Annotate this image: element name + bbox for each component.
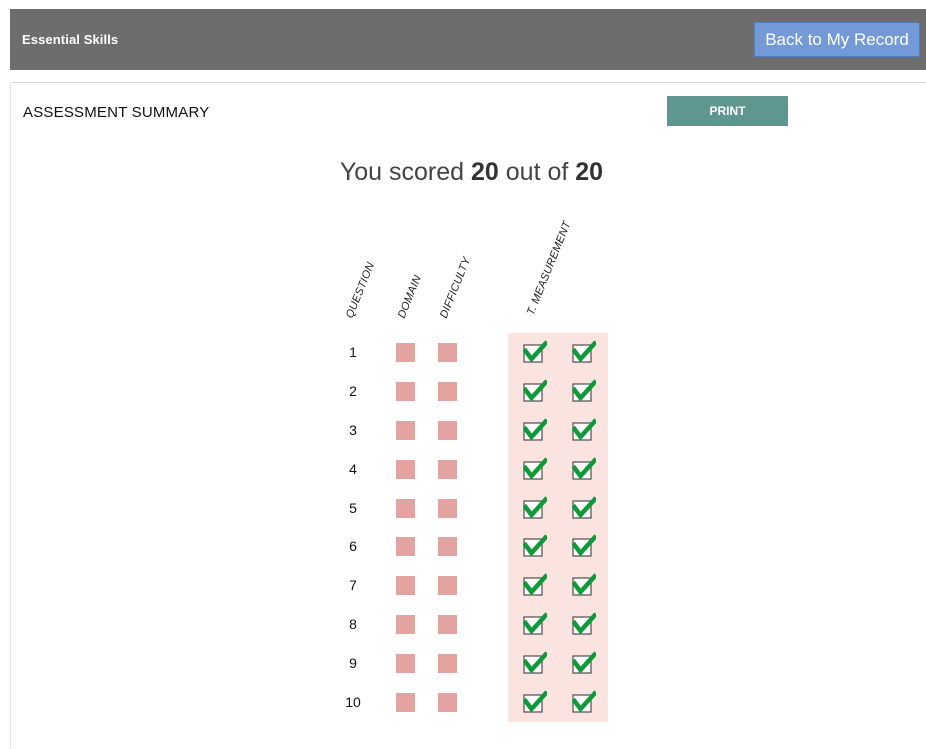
domain-status-square bbox=[396, 693, 415, 713]
check-icon bbox=[571, 690, 598, 714]
question-number: 9 bbox=[349, 655, 357, 672]
print-button[interactable]: PRINT bbox=[667, 96, 788, 126]
difficulty-status-square bbox=[438, 459, 457, 479]
check-icon bbox=[522, 456, 549, 481]
domain-status-square bbox=[396, 381, 415, 401]
table-row: 10 bbox=[340, 687, 620, 726]
page-title: ASSESSMENT SUMMARY bbox=[23, 104, 210, 121]
difficulty-status-square bbox=[438, 343, 457, 362]
difficulty-status-square bbox=[438, 537, 457, 557]
question-number: 5 bbox=[349, 499, 357, 516]
check-icon bbox=[522, 651, 549, 675]
table-row: 7 bbox=[340, 570, 620, 609]
check-icon bbox=[571, 379, 598, 403]
table-row: 1 bbox=[340, 337, 620, 376]
check-icon bbox=[522, 690, 549, 714]
question-number: 4 bbox=[349, 460, 357, 477]
difficulty-status-square bbox=[438, 381, 457, 401]
check-icon bbox=[522, 495, 549, 520]
difficulty-status-square bbox=[438, 693, 457, 713]
table-row: 4 bbox=[340, 454, 620, 493]
top-bar: Essential Skills Back to My Record bbox=[10, 9, 926, 70]
check-icon bbox=[522, 573, 549, 597]
check-icon bbox=[571, 573, 598, 597]
check-icon bbox=[571, 534, 598, 558]
domain-status-square bbox=[396, 537, 415, 557]
question-number: 6 bbox=[349, 538, 357, 555]
app-title: Essential Skills bbox=[22, 32, 119, 47]
score-prefix: You scored bbox=[339, 158, 472, 186]
check-icon bbox=[571, 495, 598, 520]
score-total: 20 bbox=[575, 158, 604, 186]
question-number: 2 bbox=[349, 382, 357, 399]
question-number: 3 bbox=[349, 421, 357, 438]
table-row: 9 bbox=[340, 648, 620, 687]
domain-status-square bbox=[396, 576, 415, 596]
score-line: You scored 20 out of 20 bbox=[0, 158, 926, 187]
domain-status-square bbox=[396, 420, 415, 440]
difficulty-status-square bbox=[438, 420, 457, 440]
question-number: 1 bbox=[349, 344, 357, 360]
question-number: 10 bbox=[345, 694, 361, 711]
check-icon bbox=[571, 612, 598, 636]
domain-status-square bbox=[396, 615, 415, 635]
table-row: 6 bbox=[340, 531, 620, 570]
difficulty-status-square bbox=[438, 654, 457, 674]
domain-status-square bbox=[396, 459, 415, 479]
question-number: 8 bbox=[349, 616, 357, 633]
difficulty-status-square bbox=[438, 615, 457, 635]
question-number: 7 bbox=[349, 577, 357, 594]
score-middle: out of bbox=[498, 158, 576, 186]
table-row: 2 bbox=[340, 376, 620, 415]
back-to-my-record-button[interactable]: Back to My Record bbox=[754, 22, 920, 57]
question-table: 1 2 3 4 5 6 7 8 9 10 bbox=[340, 337, 620, 726]
check-icon bbox=[571, 456, 598, 481]
table-row: 8 bbox=[340, 609, 620, 648]
check-icon bbox=[522, 379, 549, 403]
domain-status-square bbox=[396, 654, 415, 674]
difficulty-status-square bbox=[438, 576, 457, 596]
difficulty-status-square bbox=[438, 498, 457, 518]
check-icon bbox=[571, 651, 598, 675]
domain-status-square bbox=[396, 343, 415, 362]
check-icon bbox=[571, 418, 598, 442]
check-icon bbox=[522, 340, 549, 364]
check-icon bbox=[522, 612, 549, 636]
check-icon bbox=[522, 534, 549, 558]
table-row: 3 bbox=[340, 415, 620, 454]
table-row: 5 bbox=[340, 493, 620, 532]
domain-status-square bbox=[396, 498, 415, 518]
check-icon bbox=[571, 340, 598, 364]
score-value: 20 bbox=[471, 158, 499, 186]
check-icon bbox=[522, 418, 549, 442]
